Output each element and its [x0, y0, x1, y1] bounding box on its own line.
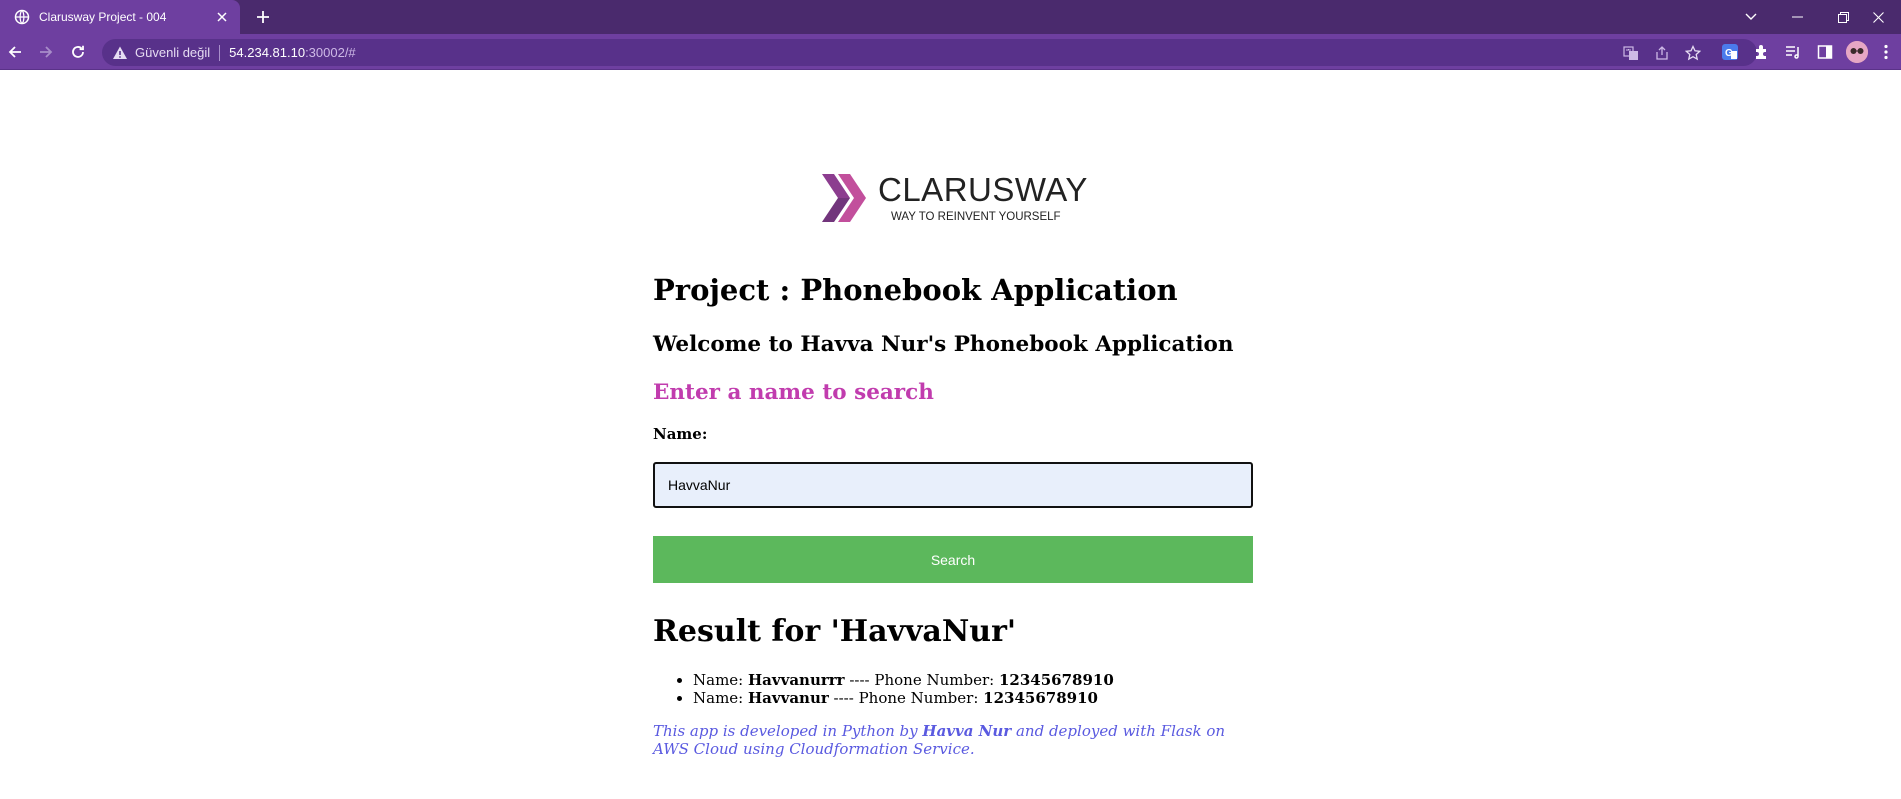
footer-text: This app is developed in Python by Havva… [653, 722, 1226, 758]
chevron-logo-icon [822, 174, 866, 222]
side-panel-icon[interactable] [1815, 42, 1835, 62]
address-bar[interactable]: Güvenli değil 54.234.81.10:30002/# [102, 39, 1757, 66]
active-tab[interactable]: Clarusway Project - 004 [0, 0, 240, 34]
security-status: Güvenli değil [135, 45, 211, 60]
footer-author: Havva Nur [922, 722, 1012, 740]
share-icon[interactable] [1653, 44, 1671, 62]
result-heading: Result for 'HavvaNur' [653, 614, 1017, 649]
page-title: Project : Phonebook Application [653, 273, 1178, 307]
welcome-heading: Welcome to Havva Nur's Phonebook Applica… [653, 332, 1234, 357]
kebab-menu-icon[interactable] [1879, 42, 1893, 62]
logo-wordmark: CLARUSWAY [878, 171, 1088, 208]
clarusway-logo: CLARUSWAY WAY TO REINVENT YOURSELF [820, 170, 1090, 226]
reload-icon[interactable] [66, 40, 90, 64]
logo-tagline: WAY TO REINVENT YOURSELF [891, 211, 1061, 223]
tab-strip: Clarusway Project - 004 [0, 0, 1901, 34]
reading-list-icon[interactable] [1783, 42, 1803, 62]
back-icon[interactable] [3, 40, 27, 64]
list-item: Name: Havvanur ---- Phone Number: 123456… [693, 689, 1114, 707]
google-translate-icon[interactable]: G [1720, 42, 1740, 62]
warning-icon[interactable] [112, 45, 128, 61]
list-item: Name: Havvanurrr ---- Phone Number: 1234… [693, 671, 1114, 689]
divider [219, 44, 221, 61]
tab-title: Clarusway Project - 004 [39, 10, 167, 24]
globe-icon [14, 9, 30, 25]
tab-search-icon[interactable] [1728, 0, 1774, 34]
forward-icon[interactable] [34, 40, 58, 64]
search-button[interactable]: Search [653, 536, 1253, 583]
browser-toolbar: Güvenli değil 54.234.81.10:30002/# G [0, 34, 1901, 70]
translate-icon[interactable] [1622, 44, 1640, 62]
window-close-icon[interactable] [1855, 0, 1901, 34]
result-name: Havvanur [748, 689, 829, 707]
plus-icon[interactable] [253, 7, 273, 27]
extensions-icon[interactable] [1752, 42, 1772, 62]
name-input[interactable] [653, 462, 1253, 508]
close-icon[interactable] [214, 9, 230, 25]
profile-avatar-icon[interactable] [1846, 41, 1868, 63]
star-icon[interactable] [1684, 44, 1702, 62]
url-host: 54.234.81.10 [229, 45, 306, 60]
minimize-icon[interactable] [1774, 0, 1820, 34]
search-heading: Enter a name to search [653, 380, 934, 405]
result-phone: 12345678910 [983, 689, 1098, 707]
results-list: Name: Havvanurrr ---- Phone Number: 1234… [653, 671, 1114, 707]
name-label: Name: [653, 425, 708, 443]
url-path: :30002/# [305, 45, 356, 60]
result-name: Havvanurrr [748, 671, 845, 689]
result-phone: 12345678910 [998, 671, 1114, 689]
